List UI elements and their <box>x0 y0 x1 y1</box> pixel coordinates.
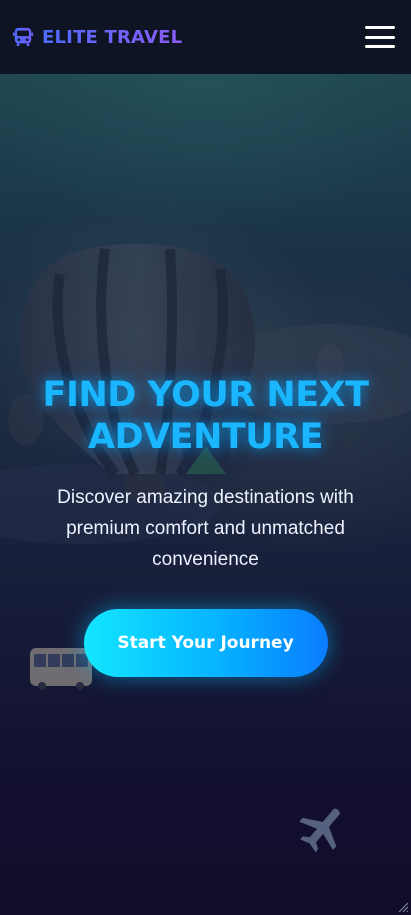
brand-name: ELITE TRAVEL <box>42 26 183 48</box>
bus-icon <box>12 26 34 48</box>
top-navbar: ELITE TRAVEL <box>0 0 411 74</box>
hamburger-bar <box>365 45 395 48</box>
start-journey-button[interactable]: Start Your Journey <box>83 609 328 677</box>
hero-title-line1: FIND YOUR NEXT <box>42 375 369 415</box>
brand-logo[interactable]: ELITE TRAVEL <box>12 26 182 48</box>
hero-content: FIND YOUR NEXT ADVENTURE Discover amazin… <box>0 374 411 677</box>
hero-section: FIND YOUR NEXT ADVENTURE Discover amazin… <box>0 74 411 915</box>
resize-grip-icon[interactable] <box>397 901 409 913</box>
hero-title-line2: ADVENTURE <box>87 417 324 457</box>
hero-subtitle: Discover amazing destinations with premi… <box>57 487 354 570</box>
start-journey-label: Start Your Journey <box>117 633 294 653</box>
hamburger-bar <box>365 26 395 29</box>
airplane-icon <box>299 808 340 853</box>
hamburger-bar <box>365 35 395 39</box>
hamburger-menu-icon[interactable] <box>365 26 395 48</box>
hero-title: FIND YOUR NEXT ADVENTURE <box>0 374 411 458</box>
page: ELITE TRAVEL FIND YOUR NEXT ADVENTURE Di… <box>0 0 411 915</box>
